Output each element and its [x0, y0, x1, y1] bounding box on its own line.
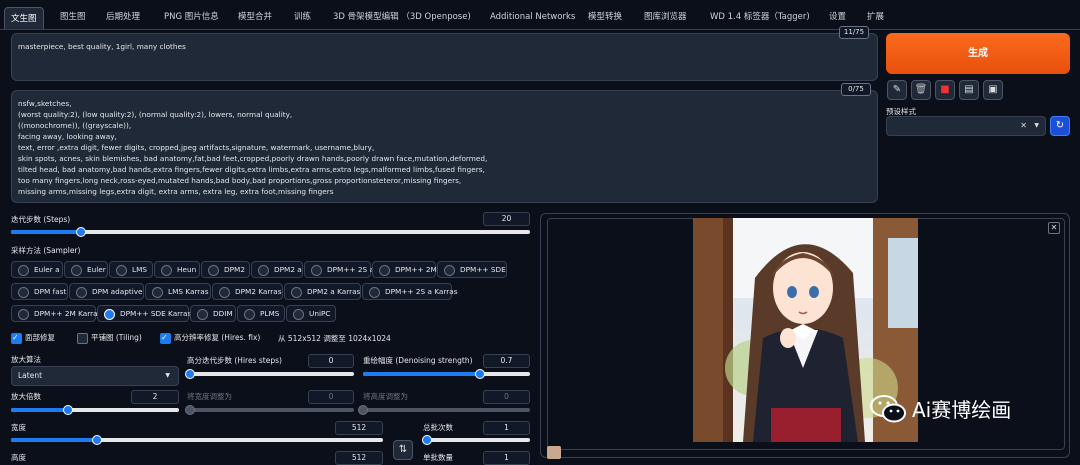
tab-train[interactable]: 训练 [288, 6, 317, 28]
sampler-option[interactable]: DPM++ 2S a Karras [362, 283, 458, 300]
sampler-option[interactable]: DPM fast [11, 283, 68, 300]
hires-fix-checkbox[interactable]: 高分辨率修复 (Hires. fix) [160, 332, 260, 344]
sampler-option[interactable]: DPM adaptive [69, 283, 144, 300]
sampler-option[interactable]: Heun [154, 261, 200, 278]
steps-input[interactable]: 20 [483, 212, 530, 226]
prompt-token-counter: 11/75 [839, 26, 869, 39]
upscaler-value: Latent [18, 371, 43, 380]
sampler-option[interactable]: LMS Karras [145, 283, 211, 300]
steps-label: 迭代步数 (Steps) [11, 215, 71, 224]
width-slider[interactable] [11, 435, 383, 445]
denoise-input[interactable]: 0.7 [483, 354, 530, 368]
sampler-option[interactable]: Euler a [11, 261, 63, 278]
denoise-slider[interactable] [363, 369, 530, 379]
resize-height-slider[interactable] [358, 405, 530, 415]
batch-count-slider[interactable] [422, 435, 530, 445]
clipboard-icon[interactable]: ▤ [959, 80, 979, 100]
sampler-option[interactable]: DPM++ SDE [437, 261, 507, 278]
scale-slider[interactable] [11, 405, 179, 415]
tab-3d-openpose[interactable]: 3D 骨架模型编辑 （3D Openpose) [327, 6, 477, 28]
tab-extensions[interactable]: 扩展 [861, 6, 890, 28]
sampler-option[interactable]: DPM2 [201, 261, 250, 278]
sampler-option[interactable]: DPM++ 2S a [304, 261, 374, 278]
watermark-text: Ai赛博绘画 [912, 398, 1012, 422]
upscaler-dropdown[interactable]: Latent ▼ [11, 366, 179, 386]
sampler-option[interactable]: DPM2 Karras [212, 283, 283, 300]
height-input[interactable]: 512 [335, 451, 383, 465]
resize-width-slider[interactable] [185, 405, 354, 415]
width-input[interactable]: 512 [335, 421, 383, 435]
floppy-icon[interactable]: ▣ [983, 80, 1003, 100]
sampler-option[interactable]: Euler [64, 261, 108, 278]
sampler-option[interactable]: UniPC [286, 305, 336, 322]
face-restore-checkbox[interactable]: 面部修复 [11, 332, 55, 344]
chevron-down-icon: ▼ [1034, 122, 1039, 129]
tab-settings[interactable]: 设置 [823, 6, 852, 28]
sampler-option[interactable]: LMS [109, 261, 153, 278]
close-icon[interactable]: ✕ [1048, 222, 1060, 234]
generate-button[interactable]: 生成 [886, 33, 1070, 74]
tab-checkpoint-merger[interactable]: 模型合并 [232, 6, 278, 28]
sampler-option[interactable]: DPM++ 2M Karras [11, 305, 101, 322]
resize-height-input[interactable]: 0 [483, 390, 530, 404]
tab-additional-networks[interactable]: Additional Networks [484, 6, 581, 28]
tab-png-info[interactable]: PNG 图片信息 [158, 6, 225, 28]
tab-bar: 文生图 图生图 后期处理 PNG 图片信息 模型合并 训练 3D 骨架模型编辑 … [0, 0, 1080, 30]
sampler-option[interactable]: DPM2 a [251, 261, 303, 278]
sampler-option-selected[interactable]: DPM++ SDE Karras [97, 305, 191, 322]
styles-dropdown[interactable]: ✕ ▼ [886, 116, 1046, 136]
trash-icon[interactable]: 🗑 [911, 80, 931, 100]
tab-model-converter[interactable]: 模型转换 [582, 6, 628, 28]
chevron-down-icon: ▼ [165, 372, 170, 379]
tiling-checkbox[interactable]: 平铺图 (Tiling) [77, 332, 142, 344]
hires-steps-input[interactable]: 0 [308, 354, 354, 368]
pencil-icon[interactable]: ✎ [887, 80, 907, 100]
sampler-label: 采样方法 (Sampler) [11, 246, 81, 255]
prompt-textarea[interactable]: masterpiece, best quality, 1girl, many c… [11, 33, 878, 81]
tab-tagger[interactable]: WD 1.4 标签器（Tagger) [704, 6, 816, 28]
scale-input[interactable]: 2 [131, 390, 179, 404]
clear-icon[interactable]: ✕ [1020, 117, 1027, 135]
sampler-option[interactable]: PLMS [237, 305, 285, 322]
tab-image-browser[interactable]: 图库浏览器 [638, 6, 693, 28]
sampler-option[interactable]: DPM++ 2M [372, 261, 437, 278]
tab-img2img[interactable]: 图生图 [54, 6, 92, 28]
batch-count-input[interactable]: 1 [483, 421, 530, 435]
wechat-icon [868, 388, 908, 428]
save-style-icon[interactable]: ■ [935, 80, 955, 100]
swap-icon[interactable]: ⇅ [393, 440, 413, 460]
sampler-option[interactable]: DDIM [190, 305, 236, 322]
negative-prompt-token-counter: 0/75 [841, 83, 871, 96]
scale-label: 放大倍数 [11, 392, 41, 401]
batch-size-input[interactable]: 1 [483, 451, 530, 465]
width-label: 宽度 [11, 423, 26, 432]
negative-prompt-textarea[interactable]: nsfw,sketches, (worst quality:2), (low q… [11, 90, 878, 203]
sampler-option[interactable]: DPM2 a Karras [284, 283, 361, 300]
tab-txt2img[interactable]: 文生图 [4, 7, 44, 29]
upscaler-label: 放大算法 [11, 355, 41, 364]
tab-extras[interactable]: 后期处理 [100, 6, 146, 28]
batch-count-label: 总批次数 [423, 423, 453, 432]
steps-slider[interactable] [11, 227, 530, 237]
thumbnail[interactable] [547, 446, 561, 459]
refresh-icon[interactable]: ↻ [1050, 116, 1070, 136]
hires-steps-label: 高分迭代步数 (Hires steps) [187, 356, 282, 365]
hires-steps-slider[interactable] [185, 369, 354, 379]
resize-width-label: 将宽度调整为 [187, 392, 232, 401]
resize-width-input[interactable]: 0 [308, 390, 354, 404]
resize-height-label: 将高度调整为 [363, 392, 408, 401]
denoise-label: 重绘幅度 (Denoising strength) [363, 356, 473, 365]
resize-note: 从 512x512 调整至 1024x1024 [278, 334, 391, 343]
